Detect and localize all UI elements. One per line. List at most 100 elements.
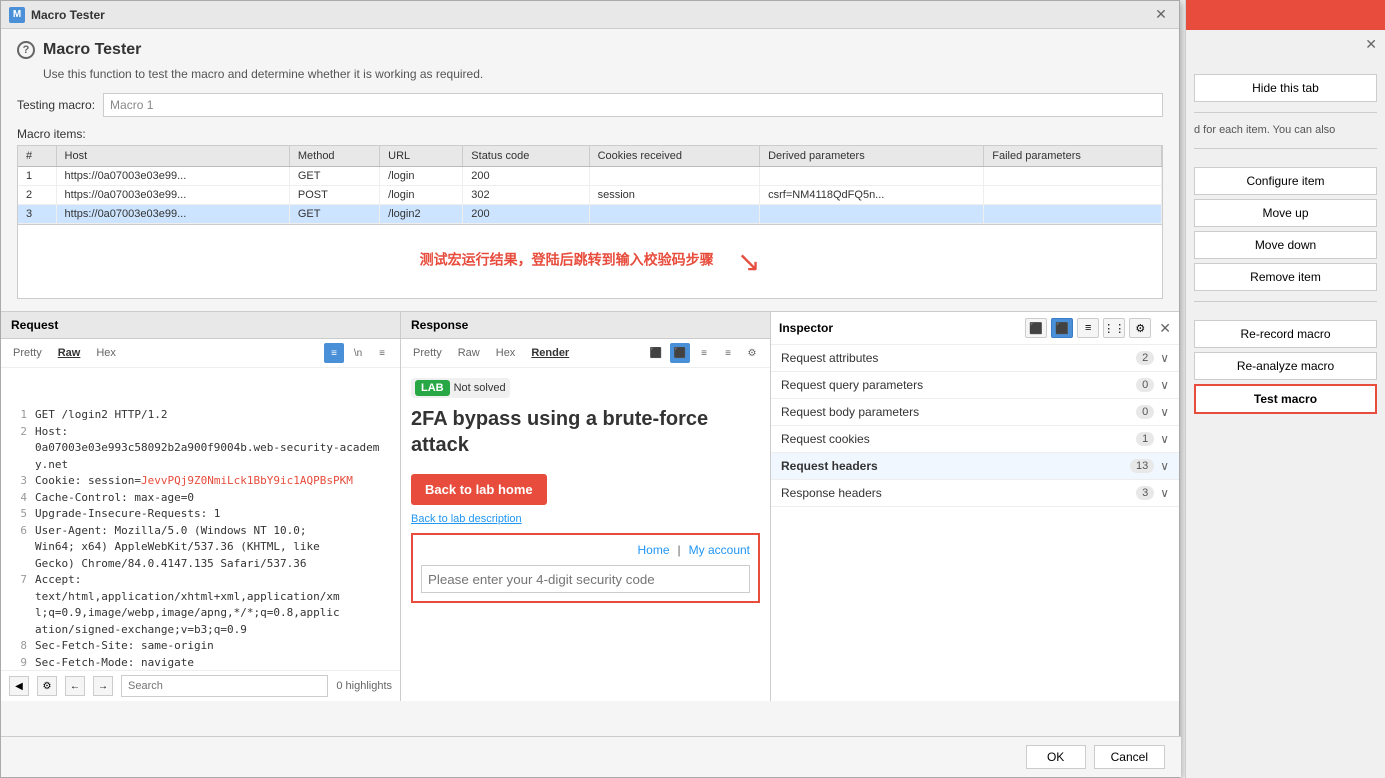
tab-hex-request[interactable]: Hex <box>92 345 120 361</box>
cancel-button[interactable]: Cancel <box>1094 745 1165 769</box>
response-panel-tabs: Pretty Raw Hex Render ⬛ ⬛ ≡ ≡ ⚙ <box>401 339 770 368</box>
inspector-section-response-headers[interactable]: Response headers3∨ <box>771 480 1179 507</box>
resp-icon5[interactable]: ⚙ <box>742 343 762 363</box>
inspector-cols-btn[interactable]: ⋮⋮ <box>1103 318 1125 338</box>
more-icon[interactable]: ≡ <box>372 343 392 363</box>
line-number: 7 <box>9 572 27 589</box>
tab-hex-response[interactable]: Hex <box>492 345 520 361</box>
col-header-status: Status code <box>463 146 589 167</box>
line-number: 4 <box>9 490 27 507</box>
security-code-input[interactable] <box>421 565 750 593</box>
resp-icon3[interactable]: ≡ <box>694 343 714 363</box>
cell-num: 1 <box>18 167 56 186</box>
col-header-failed: Failed parameters <box>984 146 1162 167</box>
back-to-description-link[interactable]: Back to lab description <box>411 513 760 525</box>
line-number: 2 <box>9 424 27 441</box>
back-to-lab-btn[interactable]: Back to lab home <box>411 474 547 505</box>
re-record-btn[interactable]: Re-record macro <box>1194 320 1377 348</box>
resp-icon1[interactable]: ⬛ <box>646 343 666 363</box>
macro-table-wrapper: # Host Method URL Status code Cookies re… <box>17 145 1163 225</box>
sidebar-close-icon[interactable]: ✕ <box>1365 36 1377 53</box>
tab-pretty-response[interactable]: Pretty <box>409 345 446 361</box>
code-line: text/html,application/xhtml+xml,applicat… <box>9 589 392 606</box>
chevron-down-icon: ∨ <box>1160 405 1169 419</box>
table-row[interactable]: 3https://0a07003e03e99...GET/login2200 <box>18 205 1162 224</box>
request-content: 1GET /login2 HTTP/1.22Host:0a07003e03e99… <box>1 368 400 670</box>
request-panel-title: Request <box>1 312 400 339</box>
request-panel: Request Pretty Raw Hex ≡ \n ≡ 1GET /logi… <box>1 312 401 701</box>
divider2 <box>1194 148 1377 149</box>
code-line: 3Cookie: session=JevvPQj9Z0NmiLck1BbY9ic… <box>9 473 392 490</box>
move-up-btn[interactable]: Move up <box>1194 199 1377 227</box>
hide-tab-button[interactable]: Hide this tab <box>1194 74 1377 102</box>
testing-macro-row: Testing macro: <box>17 93 1163 117</box>
resp-icon2[interactable]: ⬛ <box>670 343 690 363</box>
line-content: Cookie: session=JevvPQj9Z0NmiLck1BbY9ic1… <box>35 473 353 490</box>
inspector-view-btn2[interactable]: ⬛ <box>1051 318 1073 338</box>
sidebar-text1: d for each item. You can also <box>1194 123 1377 138</box>
chevron-down-icon: ∨ <box>1160 432 1169 446</box>
test-macro-btn[interactable]: Test macro <box>1194 384 1377 414</box>
inspector-sections: Request attributes2∨Request query parame… <box>771 345 1179 507</box>
inspector-section-label: Request attributes <box>781 351 1136 365</box>
inspector-section-request-attributes[interactable]: Request attributes2∨ <box>771 345 1179 372</box>
cell-host: https://0a07003e03e99... <box>56 167 289 186</box>
cell-status: 200 <box>463 167 589 186</box>
inspector-section-request-headers[interactable]: Request headers13∨ <box>771 453 1179 480</box>
back-btn-toolbar[interactable]: ◀ <box>9 676 29 696</box>
col-header-method: Method <box>289 146 379 167</box>
highlights-label: 0 highlights <box>336 680 392 692</box>
configure-item-btn[interactable]: Configure item <box>1194 167 1377 195</box>
cell-derived <box>760 205 984 224</box>
line-content: Accept: <box>35 572 81 589</box>
not-solved-tag: Not solved <box>454 382 506 394</box>
line-number: 9 <box>9 655 27 671</box>
cell-method: GET <box>289 167 379 186</box>
ok-cancel-row: OK Cancel <box>1 736 1181 777</box>
inspector-count-badge: 0 <box>1136 378 1154 392</box>
nav-separator: | <box>678 543 681 557</box>
tab-pretty-request[interactable]: Pretty <box>9 345 46 361</box>
help-icon[interactable]: ? <box>17 41 35 59</box>
macro-table: # Host Method URL Status code Cookies re… <box>18 146 1162 224</box>
next-btn[interactable]: → <box>93 676 113 696</box>
settings-icon[interactable]: ⚙ <box>37 676 57 696</box>
inspector-settings-btn[interactable]: ⚙ <box>1129 318 1151 338</box>
table-row[interactable]: 2https://0a07003e03e99...POST/login302se… <box>18 186 1162 205</box>
indent-icon[interactable]: \n <box>348 343 368 363</box>
page-title: Macro Tester <box>43 41 141 59</box>
re-analyze-btn[interactable]: Re-analyze macro <box>1194 352 1377 380</box>
inspector-section-request-query-parameters[interactable]: Request query parameters0∨ <box>771 372 1179 399</box>
inspector-section-request-cookies[interactable]: Request cookies1∨ <box>771 426 1179 453</box>
code-line: Gecko) Chrome/84.0.4147.135 Safari/537.3… <box>9 556 392 573</box>
divider1 <box>1194 112 1377 113</box>
table-row[interactable]: 1https://0a07003e03e99...GET/login200 <box>18 167 1162 186</box>
wrap-icon[interactable]: ≡ <box>324 343 344 363</box>
line-content: Upgrade-Insecure-Requests: 1 <box>35 506 220 523</box>
ok-button[interactable]: OK <box>1026 745 1086 769</box>
tab-render-response[interactable]: Render <box>527 345 573 361</box>
sidebar-btn-group2: Re-record macro Re-analyze macro Test ma… <box>1194 320 1377 414</box>
search-input[interactable] <box>121 675 328 697</box>
inspector-section-request-body-parameters[interactable]: Request body parameters0∨ <box>771 399 1179 426</box>
inspector-align-btn[interactable]: ≡ <box>1077 318 1099 338</box>
remove-item-btn[interactable]: Remove item <box>1194 263 1377 291</box>
line-content: text/html,application/xhtml+xml,applicat… <box>35 589 340 606</box>
close-button[interactable]: ✕ <box>1151 5 1171 25</box>
tab-raw-response[interactable]: Raw <box>454 345 484 361</box>
inspector-count-badge: 2 <box>1136 351 1154 365</box>
line-number: 6 <box>9 523 27 540</box>
resp-icon4[interactable]: ≡ <box>718 343 738 363</box>
tab-raw-request[interactable]: Raw <box>54 345 85 361</box>
nav-home-link[interactable]: Home <box>638 543 670 557</box>
move-down-btn[interactable]: Move down <box>1194 231 1377 259</box>
request-toolbar: ◀ ⚙ ← → 0 highlights <box>1 670 400 701</box>
cell-url: /login <box>380 186 463 205</box>
nav-my-account-link[interactable]: My account <box>689 543 750 557</box>
inspector-close-btn[interactable]: ✕ <box>1159 320 1171 337</box>
macro-name-input[interactable] <box>103 93 1163 117</box>
title-bar: M Macro Tester ✕ <box>1 1 1179 29</box>
prev-btn[interactable]: ← <box>65 676 85 696</box>
login-form-area: Home | My account <box>411 533 760 603</box>
inspector-view-btn1[interactable]: ⬛ <box>1025 318 1047 338</box>
